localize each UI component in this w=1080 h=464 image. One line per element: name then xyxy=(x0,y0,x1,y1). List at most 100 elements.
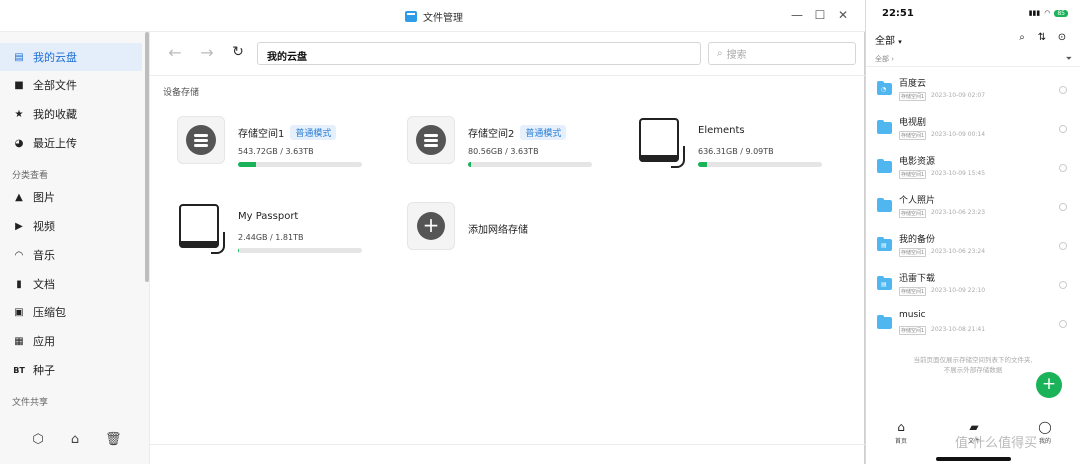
storage-tag: 存储空间1 xyxy=(899,287,927,296)
add-network-storage-button[interactable]: + 添加网络存储 xyxy=(407,202,607,262)
settings-icon[interactable]: ⬡ xyxy=(30,432,46,447)
device-thumbnail: + xyxy=(407,202,455,250)
file-manager-icon xyxy=(405,11,417,22)
maximize-icon[interactable]: ☐ xyxy=(812,8,828,22)
window-title-text: 文件管理 xyxy=(423,13,463,24)
device-card-storage1[interactable]: 存储空间1 普通模式 543.72GB / 3.63TB xyxy=(177,116,377,176)
sidebar-scrollbar[interactable] xyxy=(145,32,149,282)
close-icon[interactable]: ✕ xyxy=(835,8,851,22)
list-item[interactable]: 电视剧 存储空间1 2023-10-09 00:14 xyxy=(866,113,1080,151)
select-radio[interactable] xyxy=(1059,203,1067,211)
tab-home[interactable]: ⌂ 首页 xyxy=(886,420,916,445)
usage-bar-fill xyxy=(238,162,257,167)
folder-date: 2023-10-06 23:23 xyxy=(931,209,986,216)
sort-icon[interactable]: ⇅ xyxy=(1035,32,1049,43)
list-item[interactable]: ◔ 百度云 存储空间1 2023-10-09 02:07 xyxy=(866,74,1080,112)
divider xyxy=(866,66,1080,67)
device-name: 存储空间2 xyxy=(468,129,515,140)
internal-disk-icon xyxy=(186,125,216,155)
usb-cable-icon xyxy=(211,232,225,254)
screen: 文件管理 — ☐ ✕ ▤ 我的云盘 ■ 全部文件 ★ 我的收藏 ◕ 最近上传 分… xyxy=(0,0,1080,464)
tab-label: 首页 xyxy=(894,438,907,445)
sidebar-item-music[interactable]: ◠ 音乐 xyxy=(0,241,142,269)
sidebar-item-all-files[interactable]: ■ 全部文件 xyxy=(0,71,142,99)
sidebar-item-label: 应用 xyxy=(33,335,55,348)
list-item[interactable]: ▤ 迅雷下载 存储空间1 2023-10-09 22:10 xyxy=(866,269,1080,307)
refresh-icon[interactable]: ↻ xyxy=(228,44,248,60)
sidebar-item-my-cloud[interactable]: ▤ 我的云盘 xyxy=(0,43,142,71)
chevron-right-icon: › xyxy=(891,55,895,63)
folder-icon xyxy=(877,120,892,134)
select-radio[interactable] xyxy=(1059,320,1067,328)
headphones-icon: ◠ xyxy=(14,249,24,261)
storage-tag: 存储空间1 xyxy=(899,326,927,335)
device-card-elements[interactable]: Elements 636.31GB / 9.09TB xyxy=(637,116,837,176)
usage-bar-fill xyxy=(698,162,707,167)
list-item[interactable]: 个人照片 存储空间1 2023-10-06 23:23 xyxy=(866,191,1080,229)
folder-name: 百度云 xyxy=(899,79,927,89)
search-icon[interactable]: ⌕ xyxy=(1015,32,1029,43)
folder-icon: ▤ xyxy=(877,276,892,290)
sidebar-item-apps[interactable]: ▦ 应用 xyxy=(0,327,142,355)
device-name: Elements xyxy=(698,125,745,136)
phone-filter-dropdown[interactable]: 全部 ▾ xyxy=(875,32,902,47)
search-input[interactable]: ⌕ 搜索 xyxy=(708,42,856,65)
filter-icon[interactable]: ⏷ xyxy=(1066,54,1072,64)
video-icon: ▶ xyxy=(15,220,23,232)
folder-date: 2023-10-08 21:41 xyxy=(931,326,986,333)
file-manager-window: 文件管理 — ☐ ✕ ▤ 我的云盘 ■ 全部文件 ★ 我的收藏 ◕ 最近上传 分… xyxy=(0,0,865,464)
sidebar-item-recent-uploads[interactable]: ◕ 最近上传 xyxy=(0,129,142,157)
device-size: 543.72GB / 3.63TB xyxy=(238,147,314,156)
device-thumbnail xyxy=(407,116,455,164)
torrent-icon: BT xyxy=(13,365,25,375)
folder-date: 2023-10-06 23:24 xyxy=(931,248,986,255)
share-section-label: 文件共享 xyxy=(12,398,49,408)
signal-icon: ▮▮▮ xyxy=(1028,9,1041,17)
phone-breadcrumb[interactable]: 全部 › xyxy=(875,54,894,64)
select-radio[interactable] xyxy=(1059,86,1067,94)
folder-icon xyxy=(877,159,892,173)
path-bar[interactable]: 我的云盘 xyxy=(257,42,701,65)
sidebar-item-torrents[interactable]: BT 种子 xyxy=(0,356,142,384)
device-storage-label: 设备存储 xyxy=(163,88,200,98)
wifi-icon: ◠ xyxy=(1044,9,1051,17)
device-name: My Passport xyxy=(238,211,299,222)
minimize-icon[interactable]: — xyxy=(789,8,805,22)
sidebar-item-documents[interactable]: ▮ 文档 xyxy=(0,270,142,298)
document-icon: ▮ xyxy=(16,278,22,290)
select-radio[interactable] xyxy=(1059,125,1067,133)
sidebar-item-favorites[interactable]: ★ 我的收藏 xyxy=(0,100,142,128)
storage-tag: 存储空间1 xyxy=(899,131,927,140)
folder-name: 我的备份 xyxy=(899,235,936,245)
device-thumbnail xyxy=(177,116,225,164)
sidebar-item-archives[interactable]: ▣ 压缩包 xyxy=(0,298,142,326)
sidebar-item-images[interactable]: ▲ 图片 xyxy=(0,183,142,211)
select-radio[interactable] xyxy=(1059,164,1067,172)
forward-icon[interactable]: → xyxy=(197,43,217,62)
list-item[interactable]: 电影资源 存储空间1 2023-10-09 15:45 xyxy=(866,152,1080,190)
sidebar-item-videos[interactable]: ▶ 视频 xyxy=(0,212,142,240)
folder-name: 迅雷下载 xyxy=(899,274,936,284)
list-item[interactable]: ▤ 我的备份 存储空间1 2023-10-06 23:24 xyxy=(866,230,1080,268)
device-card-storage2[interactable]: 存储空间2 普通模式 80.56GB / 3.63TB xyxy=(407,116,607,176)
folder-date: 2023-10-09 22:10 xyxy=(931,287,986,294)
trash-icon[interactable]: 🗑 xyxy=(105,432,122,447)
device-size: 636.31GB / 9.09TB xyxy=(698,147,774,156)
more-icon[interactable]: ⊙ xyxy=(1055,32,1069,43)
device-size: 80.56GB / 3.63TB xyxy=(468,147,539,156)
clean-icon[interactable]: ⌂ xyxy=(67,432,83,447)
folder-badge-icon: ◔ xyxy=(881,86,887,93)
home-icon: ⌂ xyxy=(897,420,905,434)
select-radio[interactable] xyxy=(1059,281,1067,289)
device-card-my-passport[interactable]: My Passport 2.44GB / 1.81TB xyxy=(177,202,377,262)
list-item[interactable]: music 存储空间1 2023-10-08 21:41 xyxy=(866,308,1080,346)
back-icon[interactable]: ← xyxy=(165,43,185,62)
sidebar-item-label: 全部文件 xyxy=(33,79,77,92)
clock-icon: ◕ xyxy=(14,137,24,149)
folder-date: 2023-10-09 02:07 xyxy=(931,92,986,99)
device-thumbnail xyxy=(637,116,685,168)
device-name: 存储空间1 xyxy=(238,129,285,140)
watermark: 值 什么值得买 xyxy=(955,436,1038,451)
select-radio[interactable] xyxy=(1059,242,1067,250)
add-fab-button[interactable]: + xyxy=(1036,372,1062,398)
